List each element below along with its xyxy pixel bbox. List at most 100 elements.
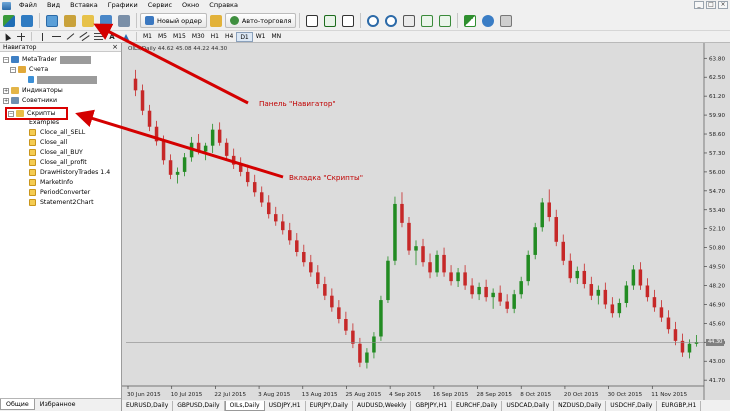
timeframe-d1[interactable]: D1 xyxy=(236,31,253,42)
menu-window[interactable]: Окно xyxy=(177,0,204,11)
price-chart[interactable]: 63.80 62.50 61.20 59.90 58.60 57.30 56.00 54.70… xyxy=(122,43,730,400)
chart-tab[interactable]: AUDUSD,Weekly xyxy=(353,400,412,411)
x-tick-label: 13 Aug 2015 xyxy=(302,392,338,398)
horizontal-line-button[interactable] xyxy=(50,32,62,42)
tree-item-account[interactable] xyxy=(28,75,97,84)
bear-candle xyxy=(309,262,313,273)
auto-scroll-button[interactable] xyxy=(419,13,435,28)
bear-candle xyxy=(231,155,236,165)
chart-tab-active[interactable]: OILs,Daily xyxy=(224,400,265,411)
trendline-button[interactable] xyxy=(64,32,76,42)
script-item[interactable]: Close_all xyxy=(29,138,67,147)
y-tick-label: 45.60 xyxy=(709,321,725,327)
strategy-tester-button[interactable] xyxy=(116,13,132,28)
tab-favorites[interactable]: Избранное xyxy=(35,399,81,410)
templates-button[interactable] xyxy=(498,13,514,28)
timeframe-h1[interactable]: H1 xyxy=(208,32,222,42)
tree-item-root[interactable]: − MetaTrader xyxy=(3,55,91,64)
chart-tab[interactable]: NZDUSD,Daily xyxy=(554,400,607,411)
timeframe-m15[interactable]: M15 xyxy=(170,32,189,42)
arrows-button[interactable] xyxy=(120,32,132,42)
vertical-line-button[interactable] xyxy=(36,32,48,42)
bull-candle xyxy=(631,269,636,286)
timeframe-mn[interactable]: MN xyxy=(269,32,285,42)
chart-tab[interactable]: EURJPY,Daily xyxy=(306,400,353,411)
menu-file[interactable]: Файл xyxy=(14,0,42,11)
chart-tab[interactable]: USDCHF,Daily xyxy=(606,400,658,411)
timeframe-h4[interactable]: H4 xyxy=(222,32,236,42)
new-order-button[interactable]: Новый ордер xyxy=(140,13,207,28)
script-item[interactable]: Close_all_profit xyxy=(29,158,87,167)
zoom-out-button[interactable] xyxy=(383,13,399,28)
expand-icon: + xyxy=(3,87,9,94)
fibonacci-button[interactable] xyxy=(92,32,104,42)
navigator-button[interactable] xyxy=(80,13,96,28)
new-chart-button[interactable] xyxy=(1,13,17,28)
timeframe-m30[interactable]: M30 xyxy=(189,32,208,42)
zoom-in-button[interactable] xyxy=(365,13,381,28)
tree-item-accounts[interactable]: − Счета xyxy=(10,65,48,74)
x-tick-label: 30 Oct 2015 xyxy=(608,392,643,398)
chart-tab[interactable]: GBPUSD,Daily xyxy=(173,400,225,411)
toolbar-separator xyxy=(299,13,301,28)
tree-item-indicators[interactable]: + Индикаторы xyxy=(3,86,63,95)
tile-windows-button[interactable] xyxy=(401,13,417,28)
terminal-button[interactable] xyxy=(98,13,114,28)
menu-tools[interactable]: Сервис xyxy=(143,0,177,11)
drawing-toolbar: A M1 M5 M15 M30 H1 H4 D1 W1 MN xyxy=(0,31,730,43)
script-item[interactable]: PeriodConverter xyxy=(29,188,90,197)
timeframe-m1[interactable]: M1 xyxy=(140,32,155,42)
script-item[interactable]: Statement2Chart xyxy=(29,198,94,207)
chart-tab[interactable]: USDJPY,H1 xyxy=(265,400,306,411)
bar-chart-button[interactable] xyxy=(304,13,320,28)
chart-tab[interactable]: EURUSD,Daily xyxy=(122,400,174,411)
timeframe-m5[interactable]: M5 xyxy=(155,32,170,42)
profiles-button[interactable] xyxy=(19,13,35,28)
bear-candle xyxy=(196,142,201,152)
chart-tab[interactable]: EURGBP,H1 xyxy=(657,400,702,411)
crosshair-button[interactable] xyxy=(15,32,27,42)
periods-button[interactable] xyxy=(480,13,496,28)
y-tick-label: 56.00 xyxy=(709,170,725,176)
bear-candle xyxy=(568,260,573,279)
tab-common[interactable]: Общие xyxy=(0,399,35,410)
chart-shift-button[interactable] xyxy=(437,13,453,28)
script-icon xyxy=(29,129,36,136)
chart-tab[interactable]: USDCAD,Daily xyxy=(502,400,555,411)
cursor-button[interactable] xyxy=(1,32,13,42)
chart-tab[interactable]: GBPJPY,H1 xyxy=(411,400,453,411)
bear-candle xyxy=(351,330,355,344)
scripts-annotation: Вкладка "Скрипты" xyxy=(289,173,364,182)
navigator-close-button[interactable]: × xyxy=(112,43,118,52)
menu-charts[interactable]: Графики xyxy=(103,0,143,11)
timeframe-w1[interactable]: W1 xyxy=(253,32,269,42)
script-item[interactable]: Close_all_BUY xyxy=(29,148,83,157)
auto-trading-button[interactable]: Авто-торговля xyxy=(224,13,297,28)
channel-button[interactable] xyxy=(78,31,90,42)
tree-item-advisors[interactable]: + Советники xyxy=(3,96,57,105)
close-button[interactable]: × xyxy=(718,1,728,9)
menu-insert[interactable]: Вставка xyxy=(65,0,103,11)
indicators-button[interactable] xyxy=(462,13,478,28)
script-item[interactable]: DrawHistoryTrades 1.4 xyxy=(29,168,110,177)
chart-tab[interactable]: EURCHF,Daily xyxy=(452,400,503,411)
script-item[interactable]: MarketInfo xyxy=(29,178,73,187)
bear-candle xyxy=(603,289,608,305)
text-label-button[interactable]: A xyxy=(106,32,118,42)
new-order-label: Новый ордер xyxy=(157,16,202,25)
menu-help[interactable]: Справка xyxy=(204,0,243,11)
candle-chart-button[interactable] xyxy=(322,13,338,28)
restore-button[interactable]: □ xyxy=(706,1,716,9)
minimize-button[interactable]: _ xyxy=(694,1,704,9)
menu-view[interactable]: Вид xyxy=(42,0,65,11)
metaeditor-button[interactable] xyxy=(208,13,224,28)
line-chart-button[interactable] xyxy=(340,13,356,28)
metaeditor-icon xyxy=(209,14,222,27)
script-item-label: Close_all_profit xyxy=(40,159,87,166)
data-window-button[interactable] xyxy=(62,13,78,28)
bear-candle xyxy=(470,285,474,295)
market-watch-button[interactable] xyxy=(44,13,60,28)
bear-candle xyxy=(554,217,558,242)
toolbar-separator xyxy=(39,13,40,28)
script-item[interactable]: Cloce_all_SELL xyxy=(29,128,85,137)
